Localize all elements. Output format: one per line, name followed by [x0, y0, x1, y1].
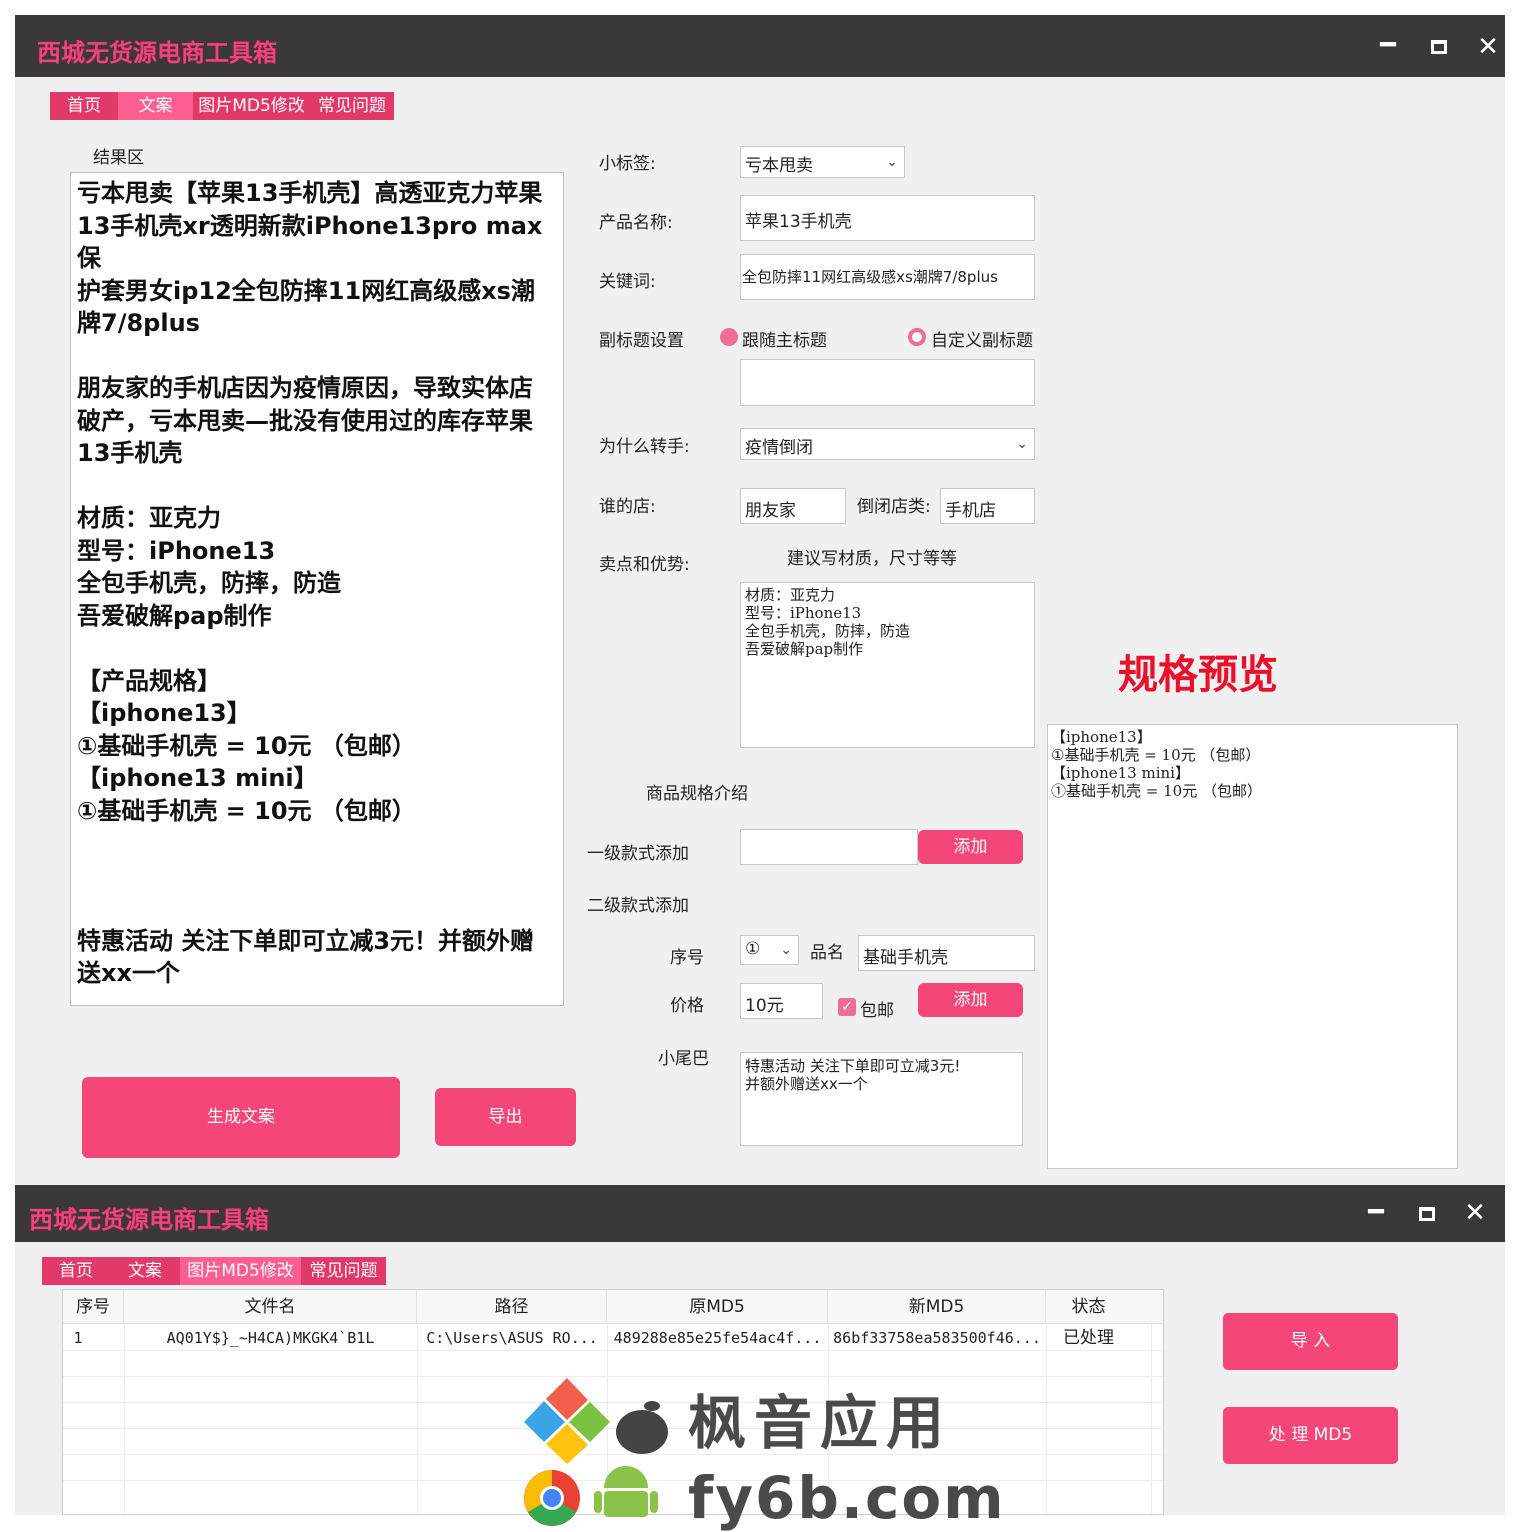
level1-style-input[interactable]: [740, 829, 918, 865]
close-icon[interactable]: ✕: [1460, 1198, 1490, 1228]
tag-select[interactable]: 亏本甩卖 ⌄: [740, 146, 905, 178]
apple-logo-icon: [616, 1401, 668, 1454]
result-text: 亏本甩卖【苹果13手机壳】高透亚克力苹果 13手机壳xr透明新款iPhone13…: [77, 179, 543, 987]
tag-select-value: 亏本甩卖: [745, 156, 813, 176]
reason-select[interactable]: 疫情倒闭 ⌄: [740, 428, 1035, 460]
table-cell: 86bf33758ea583500f46...: [833, 1329, 1041, 1347]
tab-image-md5[interactable]: 图片MD5修改: [193, 92, 310, 120]
selling-points-label: 卖点和优势:: [599, 555, 690, 575]
table-cell: 489288e85e25fe54ac4f...: [613, 1329, 822, 1347]
windows-logo-icon: [524, 1378, 610, 1464]
whose-shop-input[interactable]: 朋友家: [740, 488, 846, 524]
grid-line: [63, 1350, 1163, 1351]
radio-custom-subtitle-label: 自定义副标题: [931, 331, 1033, 351]
radio-custom-subtitle[interactable]: [908, 328, 926, 346]
result-label: 结果区: [93, 148, 144, 168]
tab-home[interactable]: 首页: [50, 92, 118, 120]
grid-line: [1046, 1324, 1047, 1514]
seq-select-value: ①: [745, 939, 761, 959]
generate-button[interactable]: 生成文案: [82, 1077, 400, 1158]
close-icon[interactable]: ✕: [1473, 32, 1503, 62]
grid-line: [417, 1324, 418, 1514]
price-input[interactable]: 10元: [740, 983, 823, 1019]
selling-points-textarea[interactable]: 材质：亚克力 型号：iPhone13 全包手机壳，防摔，防造 吾爱破解pap制作: [740, 582, 1035, 748]
column-header[interactable]: 序号: [63, 1290, 124, 1324]
closed-shop-type-label: 倒闭店类:: [857, 497, 931, 517]
column-header[interactable]: 新MD5: [828, 1290, 1046, 1324]
product-name-label: 产品名称:: [599, 213, 673, 233]
price-label: 价格: [670, 996, 704, 1016]
radio-follow-title[interactable]: [720, 328, 738, 346]
tail-textarea[interactable]: 特惠活动 关注下单即可立减3元! 并额外赠送xx一个: [740, 1052, 1023, 1146]
table-cell: C:\Users\ASUS RO...: [426, 1329, 598, 1347]
tab-copywriting[interactable]: 文案: [110, 1257, 180, 1285]
tag-label: 小标签:: [599, 154, 656, 174]
process-md5-button[interactable]: 处 理 MD5: [1223, 1407, 1398, 1464]
title-bar: 西城无货源电商工具箱 ━ ✕: [15, 15, 1505, 77]
tab-bar: 首页 文案 图片MD5修改 常见问题: [50, 92, 394, 120]
watermark-line2: fy6b.com: [688, 1464, 1006, 1532]
level1-style-label: 一级款式添加: [587, 844, 689, 864]
keyword-input[interactable]: 全包防摔11网红高级感xs潮牌7/8plus: [740, 254, 1035, 300]
grid-line: [1151, 1324, 1152, 1514]
product-name-input[interactable]: 苹果13手机壳: [740, 195, 1035, 241]
spec-preview-box[interactable]: 【iphone13】 ①基础手机壳 = 10元 （包邮） 【iphone13 m…: [1047, 724, 1458, 1169]
keyword-label: 关键词:: [599, 272, 656, 292]
column-header[interactable]: 原MD5: [607, 1290, 828, 1324]
chrome-logo-icon: [524, 1470, 580, 1526]
import-button[interactable]: 导 入: [1223, 1313, 1398, 1370]
subtitle-setting-label: 副标题设置: [599, 331, 684, 351]
minimize-icon[interactable]: ━: [1361, 1197, 1391, 1227]
item-name-input[interactable]: 基础手机壳: [858, 935, 1035, 971]
tab-bar: 首页 文案 图片MD5修改 常见问题: [42, 1257, 386, 1285]
closed-shop-type-input[interactable]: 手机店: [940, 488, 1035, 524]
main-window: 西城无货源电商工具箱 ━ ✕ 首页 文案 图片MD5修改 常见问题 结果区 亏本…: [15, 15, 1505, 1185]
seq-label: 序号: [670, 948, 704, 968]
reason-select-value: 疫情倒闭: [745, 438, 813, 458]
chevron-down-icon: ⌄: [780, 942, 792, 958]
minimize-icon[interactable]: ━: [1373, 30, 1403, 60]
radio-follow-title-label: 跟随主标题: [742, 331, 827, 351]
seq-select[interactable]: ① ⌄: [740, 935, 799, 965]
chevron-down-icon: ⌄: [1016, 436, 1028, 452]
free-shipping-label: 包邮: [860, 1001, 894, 1021]
level2-style-label: 二级款式添加: [587, 896, 689, 916]
watermark-line1: 枫音应用: [688, 1389, 953, 1457]
table-row[interactable]: 1 AQ01Y$}_~H4CA)MKGK4`B1L C:\Users\ASUS …: [63, 1326, 1163, 1350]
table-header: 序号 文件名 路径 原MD5 新MD5 状态: [63, 1290, 1163, 1324]
spec-preview-title: 规格预览: [1118, 651, 1278, 698]
tab-home[interactable]: 首页: [42, 1257, 110, 1285]
android-logo-icon: [594, 1466, 658, 1517]
reason-label: 为什么转手:: [599, 437, 690, 457]
column-header[interactable]: 路径: [417, 1290, 607, 1324]
result-textarea[interactable]: 亏本甩卖【苹果13手机壳】高透亚克力苹果 13手机壳xr透明新款iPhone13…: [70, 172, 564, 1006]
item-name-label: 品名: [810, 943, 844, 963]
column-header[interactable]: 状态: [1046, 1290, 1131, 1324]
table-cell: 已处理: [1063, 1328, 1114, 1348]
tab-faq[interactable]: 常见问题: [301, 1257, 386, 1285]
column-header[interactable]: 文件名: [124, 1290, 417, 1324]
free-shipping-checkbox[interactable]: ✓: [838, 998, 856, 1016]
export-button[interactable]: 导出: [435, 1088, 576, 1146]
maximize-icon[interactable]: [1424, 32, 1454, 54]
tab-faq[interactable]: 常见问题: [310, 92, 394, 120]
app-title: 西城无货源电商工具箱: [29, 1205, 269, 1234]
maximize-icon[interactable]: [1412, 1199, 1442, 1221]
tab-copywriting[interactable]: 文案: [118, 92, 193, 120]
table-cell: AQ01Y$}_~H4CA)MKGK4`B1L: [166, 1329, 375, 1347]
spec-intro-label: 商品规格介绍: [646, 784, 748, 804]
tab-image-md5[interactable]: 图片MD5修改: [180, 1257, 301, 1285]
whose-shop-label: 谁的店:: [599, 497, 656, 517]
add-level1-button[interactable]: 添加: [918, 830, 1023, 864]
app-title: 西城无货源电商工具箱: [37, 38, 277, 67]
tail-label: 小尾巴: [658, 1049, 709, 1069]
selling-points-hint: 建议写材质，尺寸等等: [787, 549, 957, 569]
title-bar: 西城无货源电商工具箱 ━ ✕: [15, 1185, 1505, 1242]
chevron-down-icon: ⌄: [886, 154, 898, 170]
grid-line: [124, 1324, 125, 1514]
table-cell: 1: [73, 1329, 83, 1347]
add-level2-button[interactable]: 添加: [918, 983, 1023, 1017]
watermark: 枫音应用 fy6b.com: [522, 1376, 1004, 1532]
custom-subtitle-input[interactable]: [740, 359, 1035, 406]
